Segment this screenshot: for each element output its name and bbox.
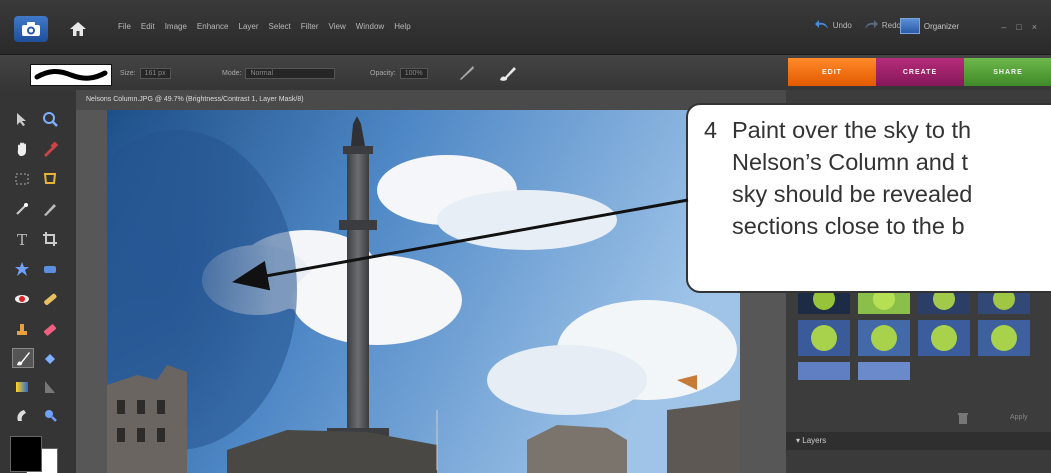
step-number: 4	[704, 117, 718, 143]
paint-bucket-tool-icon[interactable]	[40, 350, 60, 368]
shape-tool-icon[interactable]	[40, 378, 60, 396]
layers-panel-header[interactable]: ▾ Layers	[786, 432, 1051, 450]
organizer-label: Organizer	[923, 21, 959, 31]
brush-stroke-icon	[34, 69, 108, 81]
tab-share[interactable]: SHARE	[964, 58, 1051, 86]
menu-bar: File Edit Image Enhance Layer Select Fil…	[0, 0, 1051, 54]
tab-create[interactable]: CREATE	[876, 58, 964, 86]
menu-layer[interactable]: Layer	[239, 22, 259, 31]
mode-tabs: EDIT CREATE SHARE	[788, 58, 1051, 86]
size-label: Size:	[120, 70, 136, 77]
opacity-control: Opacity: 100%	[370, 68, 428, 79]
brush-preset-picker[interactable]	[30, 64, 112, 86]
menu-filter[interactable]: Filter	[301, 22, 319, 31]
type-tool-icon[interactable]: T	[12, 230, 32, 248]
home-icon[interactable]	[64, 17, 92, 41]
sponge-tool-icon[interactable]	[40, 406, 60, 424]
organizer-icon	[899, 18, 920, 34]
menu-select[interactable]: Select	[269, 22, 291, 31]
mode-label: Mode:	[222, 70, 242, 77]
trash-icon[interactable]	[958, 412, 968, 426]
mode-control: Mode: Normal	[222, 68, 336, 79]
redo-icon	[864, 20, 878, 29]
document-title-bar: Nelsons Column.JPG @ 49.7% (Brightness/C…	[76, 90, 786, 110]
main-menu: File Edit Image Enhance Layer Select Fil…	[118, 22, 411, 31]
layers-panel	[786, 450, 1051, 473]
brush-tool-icon[interactable]	[12, 348, 34, 368]
callout-text-1: Paint over the sky to th	[732, 117, 972, 143]
crop-tool-icon[interactable]	[40, 230, 60, 248]
eyedropper-tool-icon[interactable]	[40, 140, 60, 158]
menu-help[interactable]: Help	[394, 22, 410, 31]
callout-line-4: sections close to the b	[732, 213, 965, 239]
magic-wand-tool-icon[interactable]	[12, 200, 32, 218]
selection-brush-tool-icon[interactable]	[40, 200, 60, 218]
airbrush-icon[interactable]	[458, 65, 476, 86]
undo-redo-group: Undo Redo	[814, 20, 901, 30]
opacity-label: Opacity:	[370, 70, 396, 77]
callout-line-3: sky should be revealed	[732, 181, 973, 207]
mode-select[interactable]: Normal	[245, 68, 336, 79]
undo-icon	[814, 20, 828, 29]
redo-label: Redo	[881, 20, 901, 30]
brush-settings-icon[interactable]	[498, 64, 518, 87]
menu-view[interactable]: View	[329, 22, 346, 31]
undo-button[interactable]: Undo	[814, 20, 852, 30]
menu-window[interactable]: Window	[356, 22, 384, 31]
close-button[interactable]: ×	[1032, 22, 1037, 32]
effects-thumbnail-grid	[796, 284, 1051, 404]
foreground-color-swatch[interactable]	[10, 436, 42, 472]
zoom-tool-icon[interactable]	[40, 110, 60, 128]
healing-brush-tool-icon[interactable]	[40, 290, 60, 308]
menu-edit[interactable]: Edit	[141, 22, 155, 31]
menu-file[interactable]: File	[118, 22, 131, 31]
document-title: Nelsons Column.JPG @ 49.7% (Brightness/C…	[86, 96, 304, 103]
menu-enhance[interactable]: Enhance	[197, 22, 229, 31]
gradient-tool-icon[interactable]	[12, 378, 32, 396]
minimize-button[interactable]: –	[1001, 22, 1006, 32]
organizer-button[interactable]: Organizer	[899, 18, 959, 34]
maximize-button[interactable]: □	[1016, 22, 1021, 32]
svg-text:T: T	[17, 231, 27, 247]
callout-line-1: 4 Paint over the sky to th	[704, 114, 1051, 146]
eraser-tool-icon[interactable]	[40, 320, 60, 338]
clone-stamp-tool-icon[interactable]	[12, 320, 32, 338]
camera-icon[interactable]	[14, 16, 48, 42]
apply-button[interactable]: Apply	[1010, 414, 1028, 421]
size-field[interactable]: 161 px	[139, 68, 171, 79]
red-eye-tool-icon[interactable]	[12, 290, 32, 308]
marquee-tool-icon[interactable]	[12, 170, 32, 188]
window-controls: – □ ×	[1001, 22, 1037, 32]
cookie-cutter-tool-icon[interactable]	[12, 260, 32, 278]
redo-button[interactable]: Redo	[864, 20, 901, 30]
size-control: Size: 161 px	[120, 68, 171, 79]
photo-canvas[interactable]	[107, 110, 740, 473]
callout-line-2: Nelson’s Column and t	[732, 149, 968, 175]
straighten-tool-icon[interactable]	[40, 260, 60, 278]
menu-image[interactable]: Image	[165, 22, 187, 31]
layers-label: Layers	[802, 436, 827, 445]
smudge-tool-icon[interactable]	[12, 406, 32, 424]
lasso-tool-icon[interactable]	[40, 170, 60, 188]
instruction-callout: 4 Paint over the sky to th Nelson’s Colum…	[686, 103, 1051, 293]
undo-label: Undo	[832, 20, 852, 30]
tab-edit[interactable]: EDIT	[788, 58, 876, 86]
move-tool-icon[interactable]	[12, 110, 32, 128]
hand-tool-icon[interactable]	[12, 140, 32, 158]
opacity-field[interactable]: 100%	[399, 68, 428, 79]
